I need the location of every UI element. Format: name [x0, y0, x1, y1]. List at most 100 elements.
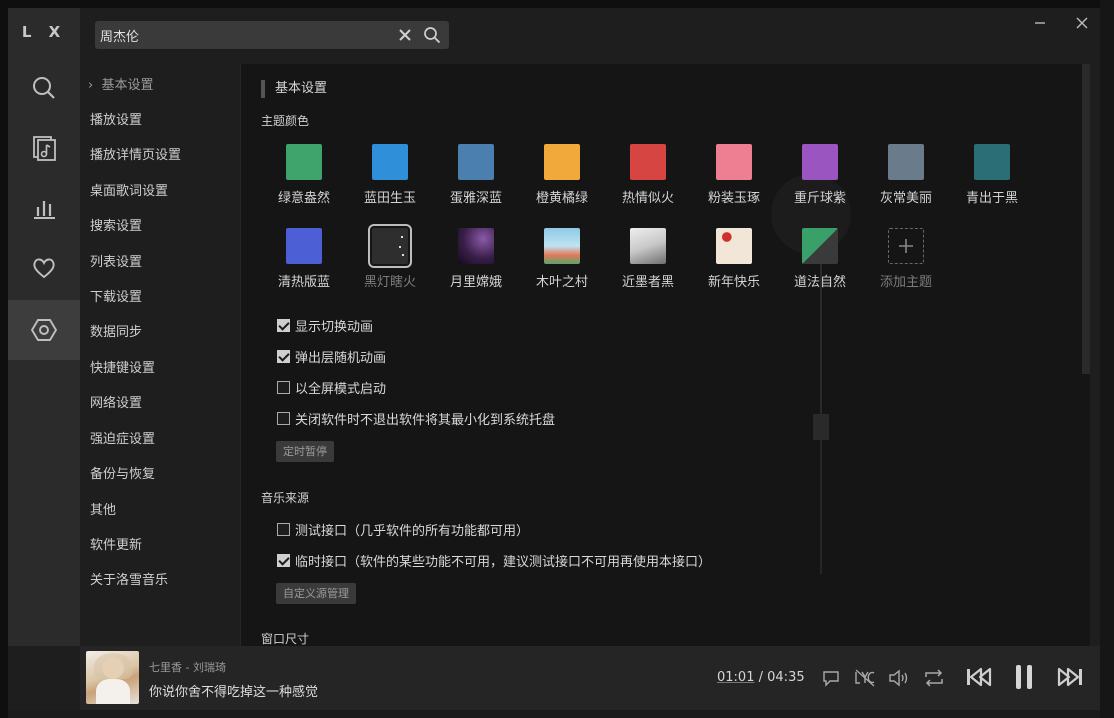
nav-item-sync[interactable]: 数据同步 — [90, 321, 142, 340]
theme-black-selected[interactable]: 黑灯瞎火 — [350, 224, 430, 290]
nav-item-backup[interactable]: 备份与恢复 — [90, 463, 155, 482]
close-icon[interactable] — [1074, 15, 1090, 31]
content-scrollbar[interactable] — [1082, 64, 1090, 374]
checkbox-switch-animation[interactable]: 显示切换动画 — [277, 316, 373, 335]
desktop-lyric-icon — [855, 669, 875, 687]
pause-icon — [1016, 665, 1032, 689]
section-title-basic: 基本设置 — [261, 80, 327, 98]
bar-chart-icon — [34, 201, 55, 219]
nav-item-list[interactable]: 列表设置 — [90, 251, 142, 270]
nav-item-playback[interactable]: 播放设置 — [90, 109, 142, 128]
theme-konoha[interactable]: 木叶之村 — [522, 228, 602, 290]
theme-swatch — [458, 144, 494, 180]
window-size-label: 窗口尺寸 — [261, 632, 310, 646]
desktop-edge-top — [0, 0, 1114, 8]
custom-source-button[interactable]: 自定义源管理 — [276, 583, 356, 604]
nav-item-basic[interactable]: › 基本设置 — [88, 74, 153, 93]
theme-swatch — [802, 228, 838, 264]
nav-item-desktop-lyric[interactable]: 桌面歌词设置 — [90, 180, 168, 199]
music-source-label: 音乐来源 — [261, 491, 310, 505]
rail-favorites-button[interactable] — [8, 238, 80, 298]
theme-swatch — [716, 228, 752, 264]
checkbox-random-popup-animation[interactable]: 弹出层随机动画 — [277, 347, 386, 366]
theme-blue[interactable]: 蓝田生玉 — [350, 144, 430, 206]
theme-swatch — [286, 144, 322, 180]
add-theme-button[interactable]: 添加主题 — [866, 228, 946, 290]
pause-button[interactable] — [1009, 662, 1039, 692]
comment-button[interactable] — [821, 668, 841, 688]
checkbox-unchecked[interactable] — [277, 523, 290, 536]
checkbox-unchecked[interactable] — [277, 412, 290, 425]
total-time: 04:35 — [767, 670, 805, 685]
theme-teal[interactable]: 青出于黑 — [952, 144, 1032, 206]
theme-swatch — [802, 144, 838, 180]
search-bar — [95, 21, 449, 49]
nav-item-about[interactable]: 关于洛雪音乐 — [90, 569, 168, 588]
theme-swatch — [630, 144, 666, 180]
theme-green[interactable]: 绿意盎然 — [264, 144, 344, 206]
lyric-toggle-button[interactable] — [854, 668, 876, 688]
search-submit-icon[interactable] — [423, 26, 441, 44]
theme-pink[interactable]: 粉装玉琢 — [694, 144, 774, 206]
theme-swatch — [286, 228, 322, 264]
nav-item-play-detail[interactable]: 播放详情页设置 — [90, 144, 181, 163]
theme-deep-blue[interactable]: 蛋雅深蓝 — [436, 144, 516, 206]
desktop-edge-left — [0, 0, 8, 718]
checkbox-fullscreen-start[interactable]: 以全屏模式启动 — [277, 378, 386, 397]
nav-item-network[interactable]: 网络设置 — [90, 392, 142, 411]
theme-swatch — [458, 228, 494, 264]
theme-moon[interactable]: 月里嫦娥 — [436, 228, 516, 290]
theme-nature[interactable]: 道法自然 — [780, 228, 860, 290]
player-bar: 七里香 - 刘瑞琦 你说你舍不得吃掉这一种感觉 01:01 / 04:35 — [80, 646, 1100, 710]
theme-red[interactable]: 热情似火 — [608, 144, 688, 206]
nav-item-download[interactable]: 下载设置 — [90, 286, 142, 305]
repeat-icon — [925, 669, 943, 687]
checkbox-checked[interactable] — [277, 319, 290, 332]
settings-content: 基本设置 主题颜色 绿意盎然 蓝田生玉 蛋雅深蓝 橙黄橘绿 热情似火 粉装玉琢 … — [240, 64, 1090, 646]
album-cover[interactable] — [86, 651, 139, 704]
nav-item-hotkey[interactable]: 快捷键设置 — [90, 357, 155, 376]
nav-item-search[interactable]: 搜索设置 — [90, 215, 142, 234]
nav-item-other[interactable]: 其他 — [90, 499, 116, 518]
checkbox-checked[interactable] — [277, 350, 290, 363]
settings-nav: › 基本设置 播放设置 播放详情页设置 桌面歌词设置 搜索设置 列表设置 下载设… — [80, 64, 238, 646]
loop-mode-button[interactable] — [923, 668, 945, 688]
rail-leaderboard-button[interactable] — [8, 178, 80, 238]
minimize-icon[interactable] — [1032, 15, 1048, 31]
theme-swatch — [888, 144, 924, 180]
theme-indigo[interactable]: 清热版蓝 — [264, 228, 344, 290]
rail-songlist-button[interactable] — [8, 118, 80, 178]
theme-ink[interactable]: 近墨者黑 — [608, 228, 688, 290]
theme-orange[interactable]: 橙黄橘绿 — [522, 144, 602, 206]
plus-icon — [899, 239, 913, 253]
nav-item-odc[interactable]: 强迫症设置 — [90, 428, 155, 447]
rail-search-button[interactable] — [8, 58, 80, 118]
chevron-right-icon: › — [88, 78, 94, 93]
search-input[interactable] — [100, 21, 390, 49]
heart-icon — [33, 258, 55, 279]
search-icon — [33, 77, 55, 99]
theme-purple[interactable]: 重斤球紫 — [780, 144, 860, 206]
radio-temp-api[interactable]: 临时接口（软件的某些功能不可用，建议测试接口不可用再使用本接口） — [277, 551, 711, 570]
checkbox-unchecked[interactable] — [277, 381, 290, 394]
volume-button[interactable] — [888, 668, 910, 688]
previous-track-button[interactable] — [964, 664, 994, 690]
settings-hexagon-icon — [31, 319, 57, 341]
comment-icon — [823, 671, 839, 687]
clear-search-icon[interactable] — [397, 27, 413, 43]
checkbox-minimize-to-tray[interactable]: 关闭软件时不退出软件将其最小化到系统托盘 — [277, 409, 555, 428]
radio-test-api[interactable]: 测试接口（几乎软件的所有功能都可用） — [277, 520, 529, 539]
theme-swatch — [888, 228, 924, 264]
theme-swatch — [716, 144, 752, 180]
song-title[interactable]: 七里香 - 刘瑞琦 — [149, 659, 226, 675]
rail-settings-button[interactable] — [8, 300, 80, 360]
timer-pause-button[interactable]: 定时暂停 — [276, 441, 334, 462]
current-time[interactable]: 01:01 — [717, 670, 754, 685]
next-track-button[interactable] — [1055, 664, 1085, 690]
app-logo: L X — [21, 23, 67, 41]
theme-grey[interactable]: 灰常美丽 — [866, 144, 946, 206]
theme-new-year[interactable]: 新年快乐 — [694, 228, 774, 290]
nav-item-update[interactable]: 软件更新 — [90, 534, 142, 553]
theme-swatch — [372, 144, 408, 180]
checkbox-checked[interactable] — [277, 554, 290, 567]
